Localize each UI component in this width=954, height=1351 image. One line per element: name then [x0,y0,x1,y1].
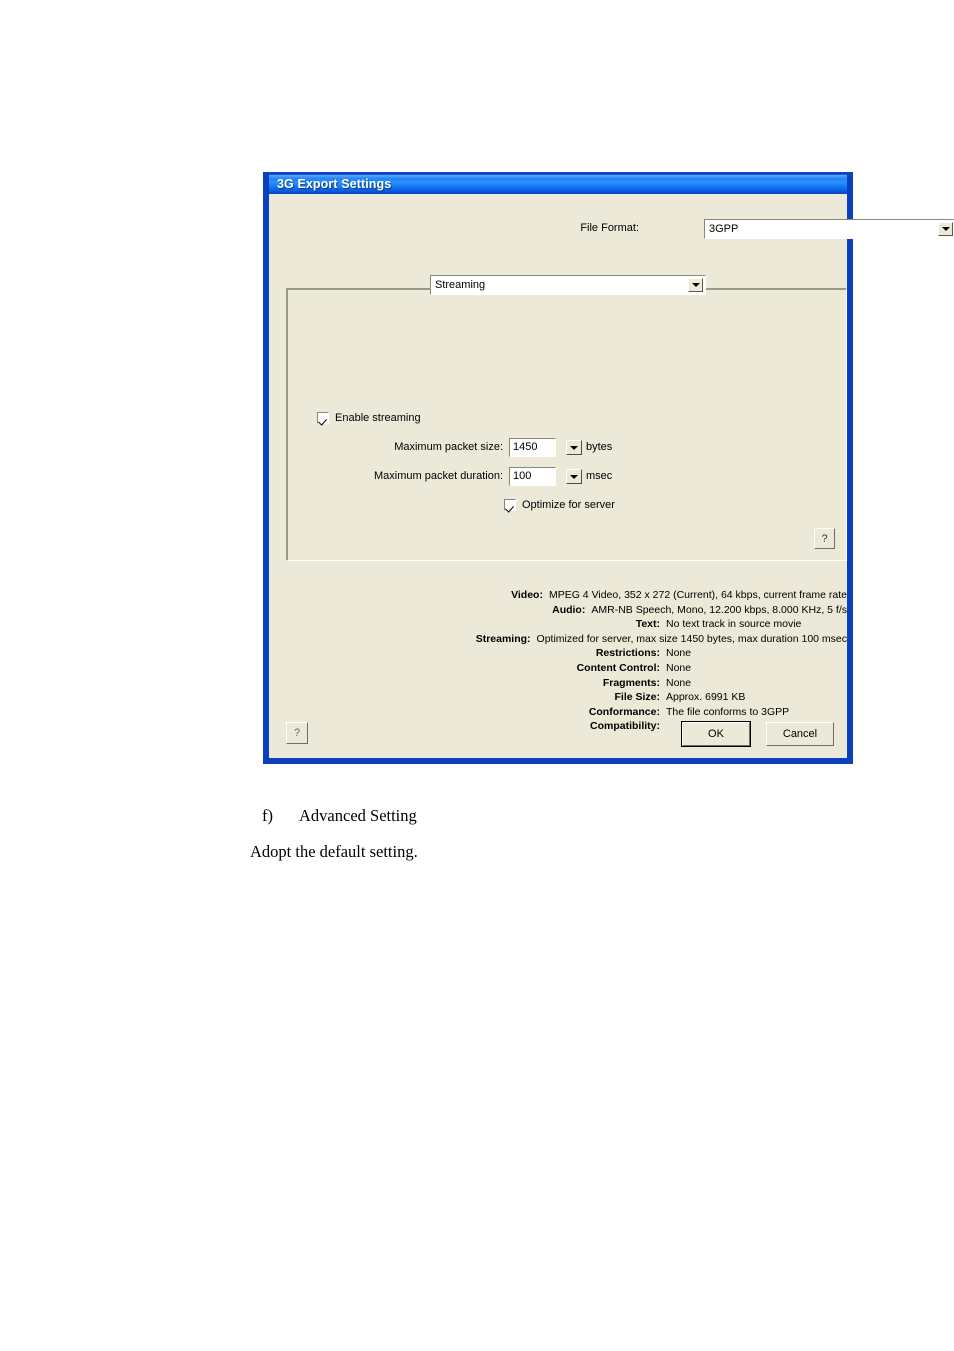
summary-row: Streaming: Optimized for server, max siz… [269,633,847,648]
summary-value: No text track in source movie [666,618,802,631]
summary-label: Content Control: [576,661,660,674]
maximum-packet-duration-unit: msec [586,470,613,482]
summary-label: Fragments: [602,676,660,689]
panel-help-button[interactable]: ? [814,528,835,549]
checkmark-icon [504,499,516,511]
chevron-down-icon[interactable] [938,222,953,236]
caption-body: Adopt the default setting. [250,842,418,861]
file-format-label: File Format: [580,222,639,234]
checkmark-icon [317,412,329,424]
summary-value: None [666,647,692,660]
panel-selector-value: Streaming [435,279,486,291]
maximum-packet-size-label: Maximum packet size: [394,441,503,453]
summary-label: Compatibility: [590,720,660,733]
summary-list: Video: MPEG 4 Video, 352 x 272 (Current)… [269,589,847,735]
file-format-combobox[interactable]: 3GPP [704,219,954,239]
caption-block: f) Advanced Setting Adopt the default se… [250,806,762,862]
summary-value: Optimized for server, max size 1450 byte… [536,632,847,645]
dialog-titlebar[interactable]: 3G Export Settings [266,172,850,194]
maximum-packet-size-input[interactable]: 1450 [509,438,556,457]
help-button[interactable]: ? [286,722,308,744]
cancel-button[interactable]: Cancel [766,722,834,746]
caption-heading-row: f) Advanced Setting [262,806,762,826]
summary-label: Conformance: [588,705,660,718]
summary-row: Fragments: None [269,677,847,692]
optimize-for-server-label: Optimize for server [522,499,615,511]
packet-duration-chevron-down-icon[interactable] [566,469,582,484]
summary-row: Content Control: None [269,662,847,677]
caption-heading: Advanced Setting [299,806,417,825]
summary-value: None [666,661,692,674]
summary-row: Video: MPEG 4 Video, 352 x 272 (Current)… [269,589,847,604]
maximum-packet-duration-label: Maximum packet duration: [374,470,503,482]
summary-label: File Size: [614,691,660,704]
maximum-packet-duration-input[interactable]: 100 [509,467,556,486]
settings-groupbox: Enable streaming Maximum packet size: 14… [286,288,847,561]
packet-size-chevron-down-icon[interactable] [566,440,582,455]
summary-label: Text: [635,618,660,631]
dialog-body: File Format: 3GPP Enable streaming Maxim… [266,194,954,761]
summary-row: Conformance: The file conforms to 3GPP [269,706,847,721]
enable-streaming-checkbox[interactable]: Enable streaming [317,412,421,424]
summary-row: Compatibility: [269,720,847,735]
summary-label: Streaming: [475,632,531,645]
summary-row: Restrictions: None [269,647,847,662]
export-settings-dialog: 3G Export Settings File Format: 3GPP Ena… [263,172,954,764]
summary-label: Audio: [552,603,586,616]
caption-marker: f) [262,806,273,825]
summary-label: Video: [511,589,543,601]
summary-label: Restrictions: [595,647,660,660]
ok-button[interactable]: OK [681,721,751,747]
summary-value: AMR-NB Speech, Mono, 12.200 kbps, 8.000 … [591,603,847,616]
summary-value: Approx. 6991 KB [666,691,746,704]
chevron-down-icon[interactable] [688,278,703,292]
summary-value: The file conforms to 3GPP [666,705,790,718]
summary-value: None [666,676,692,689]
summary-row: Audio: AMR-NB Speech, Mono, 12.200 kbps,… [269,604,847,619]
enable-streaming-label: Enable streaming [335,412,421,424]
dialog-title: 3G Export Settings [277,177,392,191]
panel-selector-combobox[interactable]: Streaming [430,275,706,295]
summary-value: MPEG 4 Video, 352 x 272 (Current), 64 kb… [548,589,847,601]
file-format-value: 3GPP [709,223,739,235]
summary-row: Text: No text track in source movie [269,618,847,633]
file-format-row: File Format: 3GPP [269,219,954,239]
maximum-packet-size-unit: bytes [586,441,613,453]
optimize-for-server-checkbox[interactable]: Optimize for server [504,499,615,511]
summary-row: File Size: Approx. 6991 KB [269,691,847,706]
